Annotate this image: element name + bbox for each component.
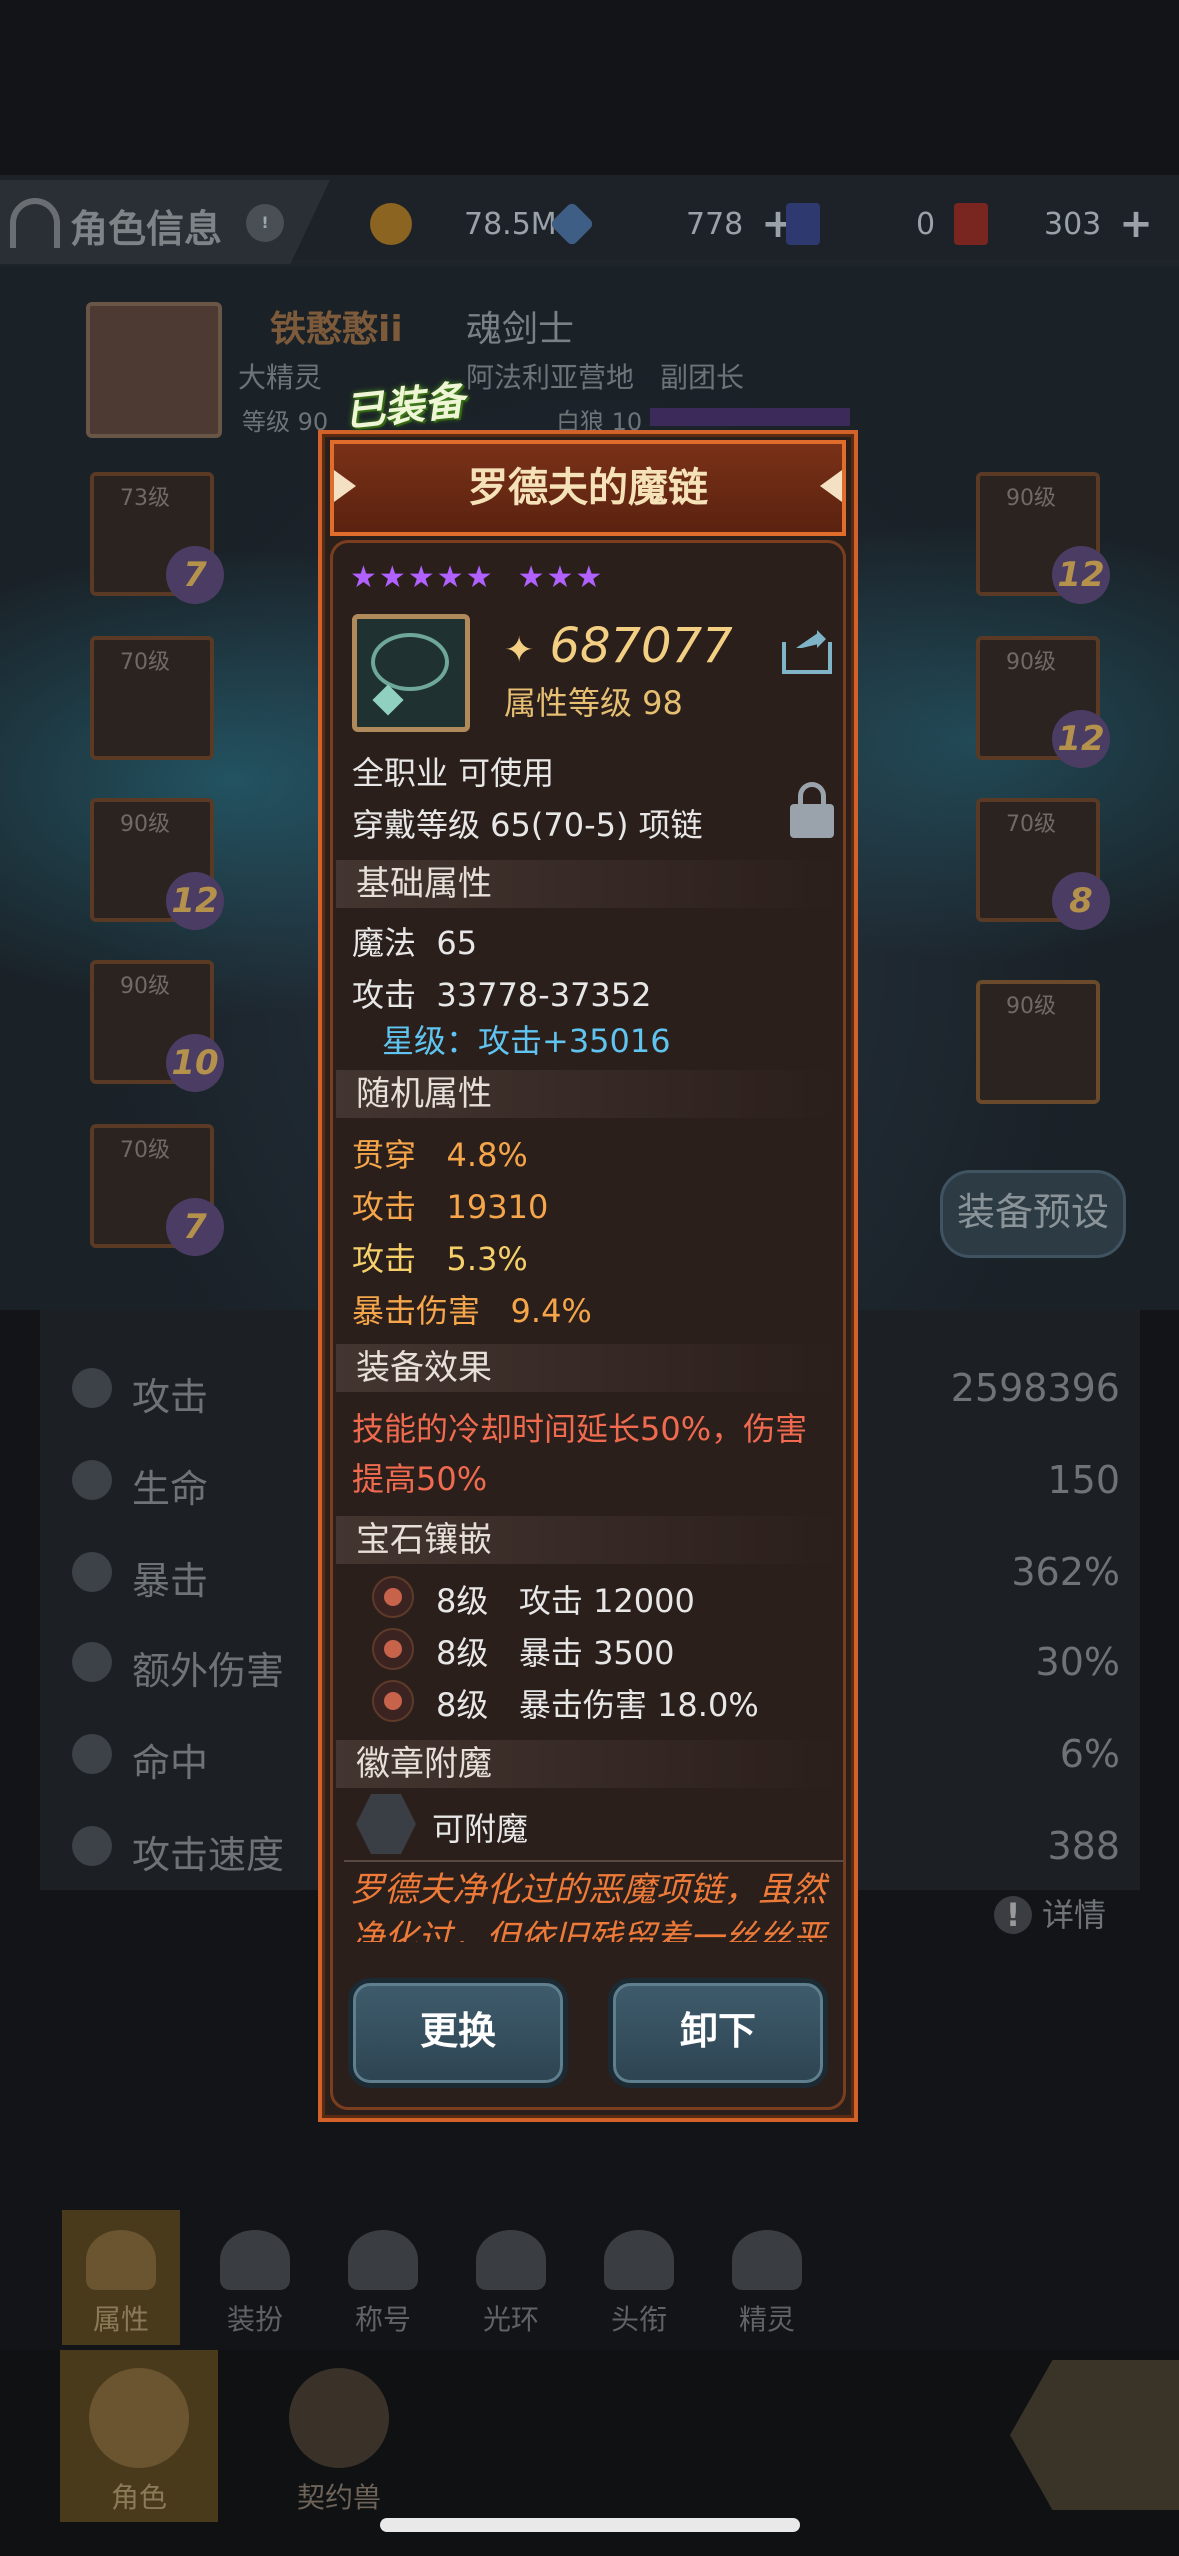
guild-role: 副团长 bbox=[660, 361, 745, 394]
section-base-attributes: 基础属性 bbox=[336, 860, 840, 908]
gem-icon bbox=[372, 1576, 414, 1618]
role-icon bbox=[89, 2368, 189, 2468]
gem-icon bbox=[372, 1680, 414, 1722]
extra-damage-icon bbox=[72, 1642, 112, 1682]
star-bonus: 星级：攻击+35016 bbox=[382, 1022, 671, 1060]
resource-crystal: 778 + bbox=[549, 200, 795, 248]
equip-slot[interactable]: 90级 10 bbox=[90, 960, 224, 1092]
gem-row: 8级 攻击 12000 bbox=[436, 1582, 695, 1620]
attack-icon bbox=[72, 1368, 112, 1408]
replace-button[interactable]: 更换 bbox=[348, 1978, 568, 2088]
detail-link[interactable]: ! 详情 bbox=[994, 1890, 1106, 1936]
tab-rank[interactable]: 头衔 bbox=[580, 2210, 698, 2345]
right-arrow-icon[interactable] bbox=[820, 470, 842, 502]
avatar[interactable] bbox=[86, 302, 222, 438]
badge-text: 可附魔 bbox=[432, 1810, 529, 1848]
equip-slot[interactable]: 90级 bbox=[976, 980, 1100, 1104]
dock-pet-button[interactable]: 契约兽 bbox=[260, 2360, 418, 2520]
gold-coin-icon bbox=[370, 203, 412, 245]
random-attr-row: 攻击 5.3% bbox=[352, 1240, 528, 1278]
skull-icon bbox=[604, 2230, 674, 2290]
item-description: 罗德夫净化过的恶魔项链，虽然净化过，但依旧残留着一丝丝恶 bbox=[350, 1870, 826, 1942]
crystal-value: 778 bbox=[686, 206, 744, 242]
tab-title[interactable]: 称号 bbox=[324, 2210, 442, 2345]
random-attr-row: 暴击伤害 9.4% bbox=[352, 1292, 592, 1330]
base-attr-row: 攻击 33778-37352 bbox=[352, 976, 652, 1014]
dock-role-button[interactable]: 角色 bbox=[60, 2350, 218, 2522]
gem-row: 8级 暴击 3500 bbox=[436, 1634, 675, 1672]
crown-icon bbox=[348, 2230, 418, 2290]
add-gold-card-button[interactable]: + bbox=[1119, 201, 1153, 247]
effect-line-1: 技能的冷却时间延长50%，伤害 bbox=[352, 1410, 808, 1448]
section-equip-effect: 装备效果 bbox=[336, 1344, 840, 1392]
paw-icon bbox=[289, 2368, 389, 2468]
gem-icon bbox=[372, 1628, 414, 1670]
alert-icon: ! bbox=[994, 1896, 1032, 1934]
spirit-icon bbox=[732, 2230, 802, 2290]
back-icon[interactable] bbox=[10, 198, 60, 248]
divider bbox=[344, 1860, 844, 1862]
speed-icon bbox=[72, 1826, 112, 1866]
random-attr-row: 攻击 19310 bbox=[352, 1188, 549, 1226]
gem-row: 8级 暴击伤害 18.0% bbox=[436, 1686, 759, 1724]
equip-slot[interactable]: 70级 8 bbox=[976, 798, 1110, 930]
section-gems: 宝石镶嵌 bbox=[336, 1516, 840, 1564]
home-indicator bbox=[380, 2518, 800, 2532]
ticket-value: 0 bbox=[916, 206, 936, 242]
tab-attributes[interactable]: 属性 bbox=[62, 2210, 180, 2345]
random-attr-row: 贯穿 4.8% bbox=[352, 1136, 528, 1174]
section-badge: 徽章附魔 bbox=[336, 1740, 840, 1788]
attribute-level: 属性等级 98 bbox=[504, 684, 683, 722]
resource-gold: 78.5M bbox=[370, 200, 557, 248]
effect-line-2: 提高50% bbox=[352, 1460, 488, 1498]
target-icon bbox=[72, 1734, 112, 1774]
gold-card-icon bbox=[954, 203, 988, 245]
exp-bar bbox=[650, 408, 850, 426]
combat-power: ✦ 687077 bbox=[504, 618, 733, 674]
lock-icon[interactable] bbox=[790, 782, 834, 838]
preset-button[interactable]: 装备预设 bbox=[940, 1170, 1126, 1258]
halo-icon bbox=[476, 2230, 546, 2290]
equip-slot[interactable]: 70级 7 bbox=[90, 1124, 224, 1256]
resource-ticket: 0 bbox=[786, 200, 935, 248]
left-arrow-icon[interactable] bbox=[334, 470, 356, 502]
info-icon[interactable]: ! bbox=[246, 204, 284, 242]
equip-slot[interactable]: 90级 12 bbox=[976, 636, 1110, 768]
character-name: 铁憨憨ii bbox=[270, 309, 403, 350]
star-rating: ★★★★★ ★★★ bbox=[350, 560, 605, 595]
character-title: 大精灵 bbox=[238, 361, 323, 394]
gold-card-value: 303 bbox=[1044, 206, 1102, 242]
crit-icon bbox=[72, 1552, 112, 1592]
base-attr-row: 魔法 65 bbox=[352, 924, 478, 962]
heart-icon bbox=[72, 1460, 112, 1500]
unequip-button[interactable]: 卸下 bbox=[608, 1978, 828, 2088]
necklace-icon bbox=[352, 614, 470, 732]
share-icon[interactable] bbox=[782, 626, 840, 674]
power-icon: ✦ bbox=[504, 630, 535, 671]
equip-slot[interactable]: 73级 7 bbox=[90, 472, 224, 604]
page-title: 角色信息 bbox=[70, 207, 223, 251]
equip-slot[interactable]: 70级 bbox=[90, 636, 214, 760]
equip-slot[interactable]: 90级 12 bbox=[976, 472, 1110, 604]
gold-value: 78.5M bbox=[464, 206, 557, 242]
tab-outfit[interactable]: 装扮 bbox=[196, 2210, 314, 2345]
section-random-attributes: 随机属性 bbox=[336, 1070, 840, 1118]
tab-halo[interactable]: 光环 bbox=[452, 2210, 570, 2345]
crystal-icon bbox=[549, 201, 595, 247]
character-class: 魂剑士 bbox=[466, 309, 575, 350]
level-text: 等级 90 bbox=[242, 408, 329, 436]
wear-requirement: 穿戴等级 65(70-5) 项链 bbox=[352, 806, 703, 844]
resource-gold-card: 303 + bbox=[954, 200, 1153, 248]
ticket-icon bbox=[786, 203, 820, 245]
tab-spirit[interactable]: 精灵 bbox=[708, 2210, 826, 2345]
hanger-icon bbox=[220, 2230, 290, 2290]
usable-class: 全职业 可使用 bbox=[352, 754, 555, 792]
item-name: 罗德夫的魔链 bbox=[330, 440, 846, 536]
person-icon bbox=[86, 2230, 156, 2290]
equip-slot[interactable]: 90级 12 bbox=[90, 798, 224, 930]
guild-name: 阿法利亚营地 bbox=[466, 361, 635, 394]
